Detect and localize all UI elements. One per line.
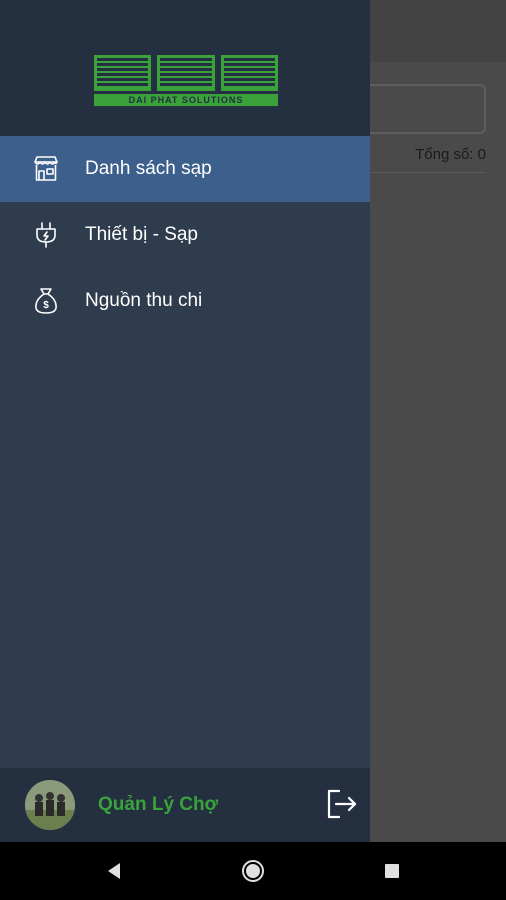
- drawer-menu: Danh sách sạp Thiết bị - Sạp $ Nguồn thu…: [0, 136, 370, 334]
- user-avatar[interactable]: [25, 780, 75, 830]
- logo-tagline: DAI PHAT SOLUTIONS: [94, 94, 278, 106]
- recent-apps-icon[interactable]: [384, 863, 400, 879]
- drawer-header: DAI PHAT SOLUTIONS: [0, 0, 370, 136]
- logo-letter-d: [94, 55, 152, 91]
- logo-letter-p: [157, 55, 215, 91]
- dps-logo: DAI PHAT SOLUTIONS: [94, 55, 278, 107]
- storefront-icon: [31, 154, 61, 184]
- logout-icon[interactable]: [324, 786, 360, 822]
- background-total-count: Tổng số: 0: [415, 146, 486, 163]
- plug-icon: [31, 220, 61, 250]
- menu-item-label: Danh sách sạp: [85, 158, 212, 179]
- logo-letter-s: [220, 55, 278, 91]
- home-icon[interactable]: [241, 859, 265, 883]
- back-icon[interactable]: [104, 861, 124, 881]
- money-bag-icon: $: [31, 286, 61, 316]
- navigation-drawer: DAI PHAT SOLUTIONS Danh sách sạp Thiết b…: [0, 0, 370, 842]
- menu-item-income-expense[interactable]: $ Nguồn thu chi: [0, 268, 370, 334]
- background-search-box: [360, 84, 486, 134]
- svg-text:$: $: [43, 300, 49, 311]
- logo-letters: [94, 55, 278, 91]
- background-divider: [370, 172, 486, 173]
- menu-item-label: Thiết bị - Sạp: [85, 224, 198, 245]
- menu-item-label: Nguồn thu chi: [85, 290, 203, 311]
- menu-item-devices[interactable]: Thiết bị - Sạp: [0, 202, 370, 268]
- user-name: Quản Lý Chợ: [98, 794, 219, 815]
- system-navigation-bar: [0, 842, 506, 900]
- drawer-footer: Quản Lý Chợ: [0, 768, 370, 842]
- menu-item-stall-list[interactable]: Danh sách sạp: [0, 136, 370, 202]
